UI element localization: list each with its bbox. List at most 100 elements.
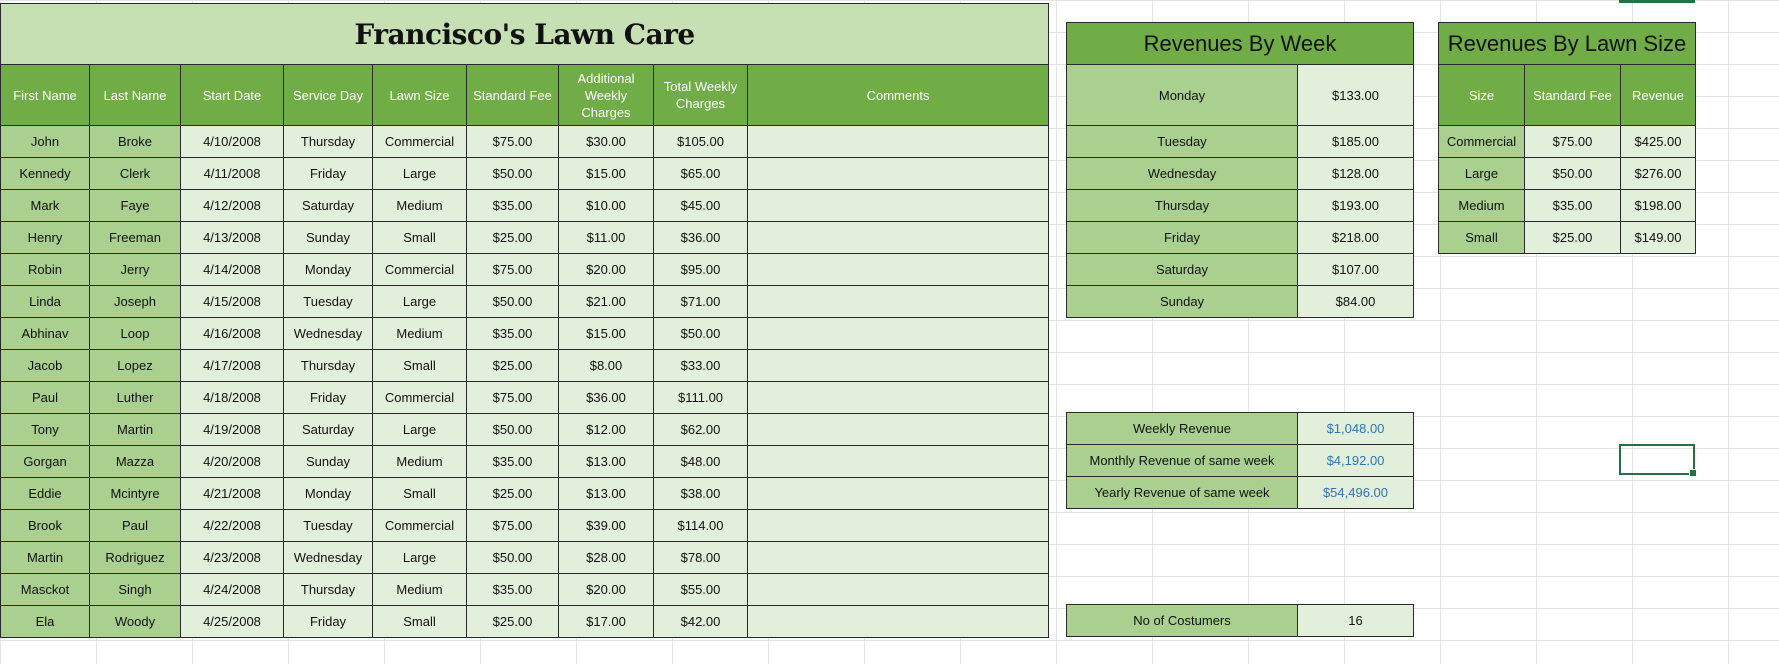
table-cell[interactable]: $21.00 [558, 285, 654, 318]
table-cell[interactable]: Rodriguez [89, 541, 181, 574]
table-cell[interactable]: Friday [283, 605, 373, 638]
table-cell[interactable]: Saturday [283, 413, 373, 446]
table-cell[interactable] [746, 509, 1050, 542]
table-cell[interactable]: Small [372, 605, 467, 638]
table-cell[interactable]: $36.00 [653, 221, 748, 254]
table-cell[interactable]: 4/25/2008 [180, 605, 284, 638]
table-cell[interactable]: 4/12/2008 [180, 189, 284, 222]
table-cell[interactable] [746, 477, 1050, 510]
week-day[interactable]: Monday [1066, 64, 1298, 126]
column-header[interactable]: Total Weekly Charges [653, 64, 748, 126]
table-cell[interactable]: $20.00 [558, 573, 654, 606]
week-revenue[interactable]: $218.00 [1297, 221, 1414, 254]
table-cell[interactable]: $11.00 [558, 221, 654, 254]
table-cell[interactable]: $20.00 [558, 253, 654, 286]
table-cell[interactable]: Tuesday [283, 509, 373, 542]
table-cell[interactable]: $75.00 [466, 509, 559, 542]
table-cell[interactable]: Faye [89, 189, 181, 222]
table-cell[interactable]: $111.00 [653, 381, 748, 414]
table-cell[interactable]: Small [372, 349, 467, 382]
lawn-cell[interactable]: $276.00 [1620, 157, 1696, 190]
lawn-cell[interactable]: $25.00 [1524, 221, 1621, 254]
table-cell[interactable]: Thursday [283, 349, 373, 382]
table-cell[interactable]: Commercial [372, 253, 467, 286]
lawn-cell[interactable]: $75.00 [1524, 125, 1621, 158]
table-cell[interactable]: $62.00 [653, 413, 748, 446]
week-revenue[interactable]: $193.00 [1297, 189, 1414, 222]
table-cell[interactable] [746, 125, 1050, 158]
table-cell[interactable]: $95.00 [653, 253, 748, 286]
lawn-cell[interactable]: Large [1438, 157, 1525, 190]
table-cell[interactable]: $50.00 [653, 317, 748, 350]
lawn-cell[interactable]: Commercial [1438, 125, 1525, 158]
table-cell[interactable]: $25.00 [466, 477, 559, 510]
lawn-cell[interactable]: $149.00 [1620, 221, 1696, 254]
table-cell[interactable]: Gorgan [0, 445, 90, 478]
table-cell[interactable]: $35.00 [466, 317, 559, 350]
summary-label[interactable]: Weekly Revenue [1066, 412, 1298, 445]
table-cell[interactable]: $30.00 [558, 125, 654, 158]
lawn-cell[interactable]: Medium [1438, 189, 1525, 222]
week-day[interactable]: Tuesday [1066, 125, 1298, 158]
table-cell[interactable]: 4/24/2008 [180, 573, 284, 606]
table-cell[interactable]: Commercial [372, 381, 467, 414]
summary-label[interactable]: Monthly Revenue of same week [1066, 444, 1298, 477]
week-day[interactable]: Wednesday [1066, 157, 1298, 190]
table-cell[interactable]: $13.00 [558, 445, 654, 478]
table-cell[interactable] [746, 317, 1050, 350]
table-cell[interactable]: Thursday [283, 125, 373, 158]
summary-value[interactable]: $54,496.00 [1297, 476, 1414, 509]
table-cell[interactable]: $15.00 [558, 317, 654, 350]
table-cell[interactable]: Paul [89, 509, 181, 542]
active-cell-selection[interactable] [1619, 444, 1697, 477]
table-cell[interactable]: $25.00 [466, 221, 559, 254]
table-cell[interactable]: 4/16/2008 [180, 317, 284, 350]
table-cell[interactable]: 4/23/2008 [180, 541, 284, 574]
week-day[interactable]: Thursday [1066, 189, 1298, 222]
column-header[interactable]: Start Date [180, 64, 284, 126]
week-day[interactable]: Sunday [1066, 285, 1298, 318]
column-header[interactable]: First Name [0, 64, 90, 126]
table-cell[interactable]: Martin [89, 413, 181, 446]
summary-value[interactable]: $4,192.00 [1297, 444, 1414, 477]
week-title[interactable]: Revenues By Week [1066, 22, 1414, 65]
table-cell[interactable]: Eddie [0, 477, 90, 510]
table-cell[interactable]: Medium [372, 317, 467, 350]
table-cell[interactable]: Abhinav [0, 317, 90, 350]
table-cell[interactable]: Kennedy [0, 157, 90, 190]
table-cell[interactable]: $65.00 [653, 157, 748, 190]
table-cell[interactable]: Medium [372, 445, 467, 478]
lawn-column-header[interactable]: Revenue [1620, 64, 1696, 126]
table-cell[interactable]: Jerry [89, 253, 181, 286]
table-cell[interactable]: $36.00 [558, 381, 654, 414]
table-cell[interactable]: Commercial [372, 509, 467, 542]
table-cell[interactable]: $12.00 [558, 413, 654, 446]
table-cell[interactable]: Wednesday [283, 541, 373, 574]
table-cell[interactable]: $25.00 [466, 349, 559, 382]
table-cell[interactable]: 4/21/2008 [180, 477, 284, 510]
week-revenue[interactable]: $185.00 [1297, 125, 1414, 158]
table-cell[interactable]: Broke [89, 125, 181, 158]
table-cell[interactable]: $114.00 [653, 509, 748, 542]
table-cell[interactable]: Medium [372, 189, 467, 222]
table-cell[interactable]: Monday [283, 477, 373, 510]
table-cell[interactable]: $35.00 [466, 573, 559, 606]
table-cell[interactable]: 4/17/2008 [180, 349, 284, 382]
table-cell[interactable]: Small [372, 477, 467, 510]
table-cell[interactable]: Commercial [372, 125, 467, 158]
table-cell[interactable]: $50.00 [466, 413, 559, 446]
table-cell[interactable]: Henry [0, 221, 90, 254]
table-cell[interactable]: $8.00 [558, 349, 654, 382]
table-cell[interactable]: $15.00 [558, 157, 654, 190]
fill-handle[interactable] [1689, 469, 1697, 477]
table-cell[interactable]: Singh [89, 573, 181, 606]
table-cell[interactable]: Mazza [89, 445, 181, 478]
table-cell[interactable] [746, 573, 1050, 606]
table-cell[interactable]: $50.00 [466, 541, 559, 574]
table-cell[interactable]: Joseph [89, 285, 181, 318]
table-cell[interactable]: $17.00 [558, 605, 654, 638]
week-revenue[interactable]: $84.00 [1297, 285, 1414, 318]
table-cell[interactable]: $78.00 [653, 541, 748, 574]
table-cell[interactable]: $50.00 [466, 157, 559, 190]
table-cell[interactable]: $71.00 [653, 285, 748, 318]
